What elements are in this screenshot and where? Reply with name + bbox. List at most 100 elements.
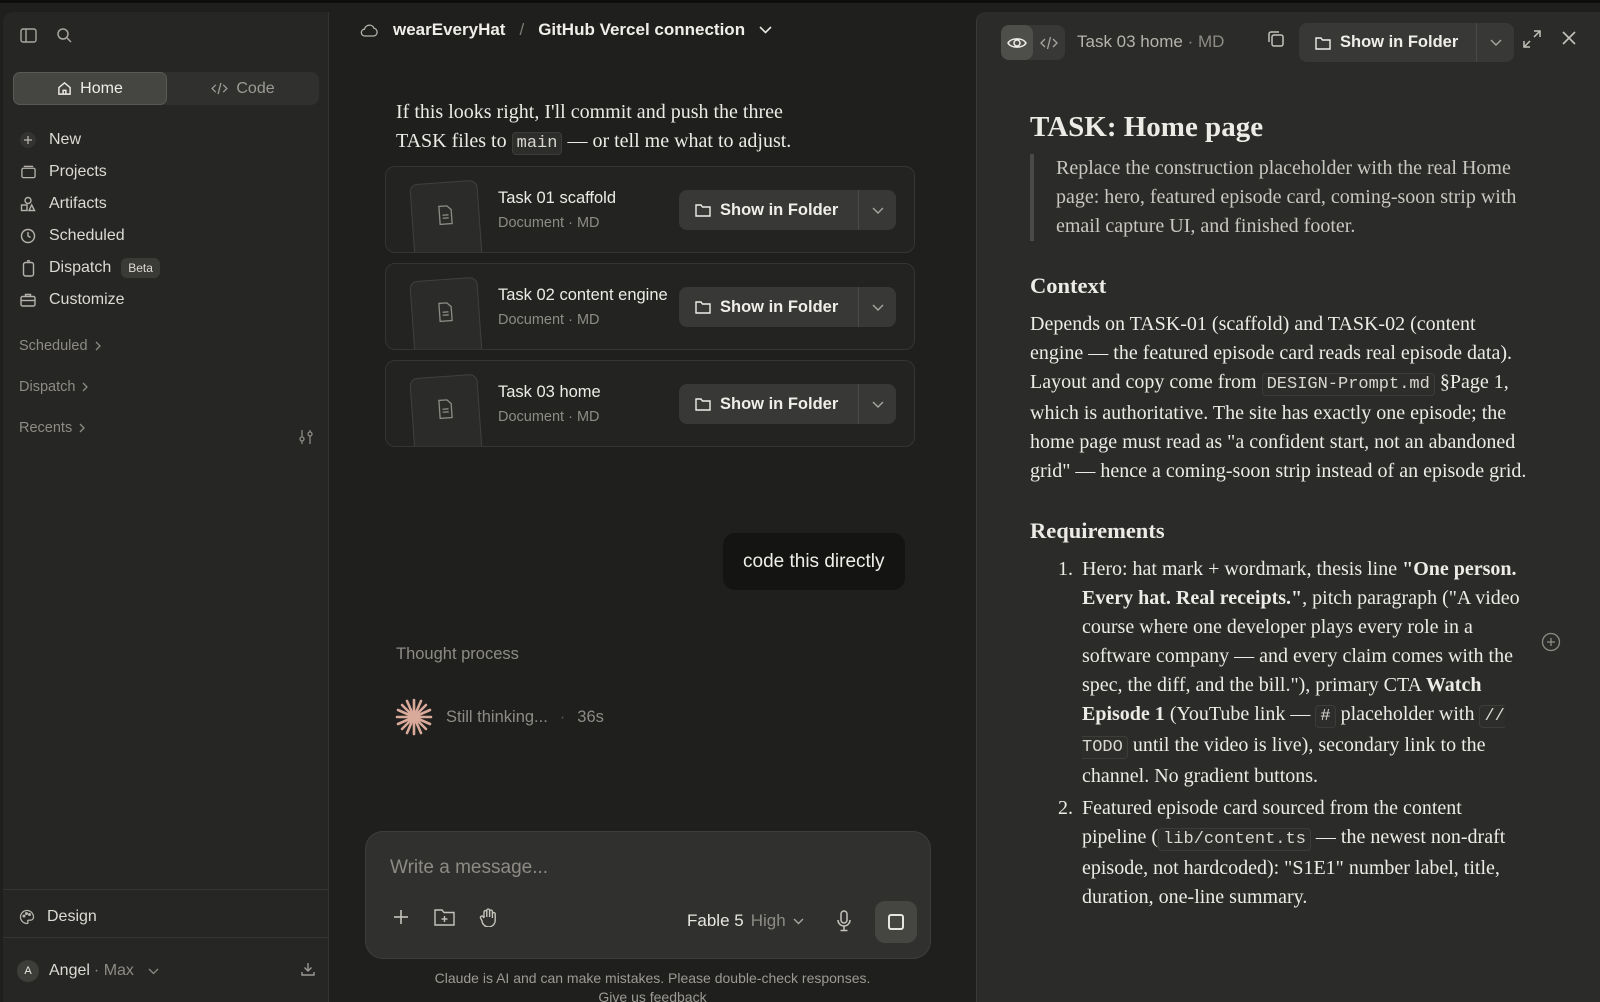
breadcrumb-project[interactable]: wearEveryHat	[393, 20, 505, 40]
search-icon[interactable]	[53, 24, 75, 46]
show-in-folder-menu[interactable]	[858, 190, 896, 230]
code-icon	[211, 82, 229, 95]
stop-button[interactable]	[875, 901, 917, 943]
document-preview: Task 03 home · MD Show in Folder TASK: H…	[976, 12, 1600, 1002]
sidebar-item-label: Dispatch	[49, 259, 112, 276]
thinking-indicator: Still thinking... · 36s	[394, 697, 604, 737]
preview-filename: Task 03 home	[1077, 32, 1183, 51]
hand-icon[interactable]	[479, 908, 497, 932]
tab-code[interactable]: Code	[167, 72, 319, 105]
view-mode-toggle	[1001, 25, 1065, 60]
preview-title: Task 03 home · MD	[1077, 32, 1224, 52]
add-attachment-icon[interactable]	[392, 908, 410, 932]
inline-code: DESIGN-Prompt.md	[1261, 373, 1435, 396]
folder-icon	[1315, 36, 1331, 50]
thinking-time: 36s	[577, 707, 604, 726]
thought-process-toggle[interactable]: Thought process	[396, 645, 519, 664]
chevron-right-icon	[95, 341, 101, 351]
section-scheduled[interactable]: Scheduled	[19, 338, 102, 354]
sidebar-item-customize[interactable]: Customize	[19, 284, 319, 316]
cloud-icon	[360, 24, 378, 37]
file-card[interactable]: Task 03 home Document · MD Show in Folde…	[385, 360, 915, 447]
sidebar-item-design[interactable]: Design	[19, 908, 97, 926]
sidebar-item-label: Artifacts	[49, 195, 107, 212]
message-input[interactable]	[390, 852, 890, 884]
list-item: Hero: hat mark + wordmark, thesis line "…	[1078, 555, 1530, 791]
section-label: Scheduled	[19, 338, 88, 354]
show-in-folder-main[interactable]: Show in Folder	[679, 190, 858, 230]
design-label: Design	[47, 908, 97, 925]
file-card[interactable]: Task 02 content engine Document · MD Sho…	[385, 263, 915, 350]
user-menu[interactable]: A Angel · Max	[17, 960, 317, 982]
section-dispatch[interactable]: Dispatch	[19, 379, 89, 395]
thinking-separator: ·	[559, 707, 566, 726]
source-view-button[interactable]	[1033, 25, 1065, 60]
download-icon[interactable]	[301, 962, 315, 981]
show-in-folder-label: Show in Folder	[720, 297, 839, 316]
expand-icon[interactable]	[1523, 30, 1541, 53]
sidebar-item-scheduled[interactable]: Scheduled	[19, 220, 319, 252]
file-type: Document · MD	[498, 409, 600, 425]
breadcrumb: wearEveryHat / GitHub Vercel connection	[360, 20, 772, 40]
show-in-folder-button: Show in Folder	[679, 384, 896, 424]
artifacts-icon	[19, 195, 37, 213]
file-card[interactable]: Task 01 scaffold Document · MD Show in F…	[385, 166, 915, 253]
folder-icon	[695, 204, 711, 217]
sparkle-icon	[395, 698, 433, 736]
chevron-down-icon	[872, 401, 883, 408]
breadcrumb-separator: /	[519, 20, 525, 39]
inline-code: lib/content.ts	[1158, 828, 1311, 851]
recents-filter-icon[interactable]	[298, 429, 314, 450]
plus-icon	[19, 131, 37, 149]
disclaimer: Claude is AI and can make mistakes. Plea…	[330, 969, 975, 1002]
doc-text: until the video is live), secondary link…	[1082, 734, 1486, 787]
sidebar-item-projects[interactable]: Projects	[19, 156, 319, 188]
markdown-document: TASK: Home page Replace the construction…	[1030, 108, 1530, 915]
sidebar-item-new[interactable]: New	[19, 124, 319, 156]
sidebar-item-dispatch[interactable]: Dispatch Beta	[19, 252, 319, 284]
add-comment-icon[interactable]	[1541, 632, 1561, 657]
show-in-folder-button: Show in Folder	[679, 190, 896, 230]
phone-icon	[19, 259, 37, 277]
thinking-label: Still thinking...	[446, 707, 548, 726]
model-name: Fable 5	[687, 911, 744, 930]
show-in-folder-button: Show in Folder	[1299, 23, 1514, 62]
breadcrumb-conversation[interactable]: GitHub Vercel connection	[538, 20, 745, 40]
copy-icon[interactable]	[1267, 30, 1285, 53]
briefcase-icon	[19, 291, 37, 309]
inline-code: main	[511, 132, 563, 155]
close-icon[interactable]	[1561, 30, 1577, 51]
preview-view-button[interactable]	[1001, 25, 1033, 60]
document-icon	[409, 179, 483, 252]
file-type: Document · MD	[498, 312, 600, 328]
assistant-text: TASK files to	[396, 130, 507, 152]
feedback-link[interactable]: Give us feedback	[330, 988, 975, 1002]
assistant-text: If this looks right, I'll commit and pus…	[396, 101, 783, 123]
show-in-folder-menu[interactable]	[858, 287, 896, 327]
section-recents[interactable]: Recents	[19, 420, 86, 436]
show-in-folder-main[interactable]: Show in Folder	[679, 384, 858, 424]
add-folder-icon[interactable]	[434, 908, 455, 932]
assistant-message: If this looks right, I'll commit and pus…	[396, 98, 866, 158]
microphone-icon[interactable]	[836, 910, 852, 937]
sidebar-item-artifacts[interactable]: Artifacts	[19, 188, 319, 220]
toggle-sidebar-icon[interactable]	[17, 24, 39, 46]
palette-icon	[19, 909, 35, 925]
beta-badge: Beta	[121, 258, 160, 278]
chevron-down-icon[interactable]	[759, 26, 772, 34]
chevron-down-icon	[872, 207, 883, 214]
show-in-folder-menu[interactable]	[1476, 23, 1514, 62]
folder-icon	[695, 301, 711, 314]
model-selector[interactable]: Fable 5 High	[687, 911, 804, 931]
show-in-folder-button: Show in Folder	[679, 287, 896, 327]
show-in-folder-main[interactable]: Show in Folder	[1299, 23, 1476, 62]
show-in-folder-menu[interactable]	[858, 384, 896, 424]
document-icon	[409, 276, 483, 349]
doc-heading: TASK: Home page	[1030, 111, 1264, 143]
sidebar-item-label: Scheduled	[49, 227, 125, 244]
file-type: Document · MD	[498, 215, 600, 231]
message-composer: Fable 5 High	[365, 831, 931, 959]
file-title: Task 02 content engine	[498, 286, 668, 304]
show-in-folder-main[interactable]: Show in Folder	[679, 287, 858, 327]
tab-home[interactable]: Home	[13, 72, 167, 105]
